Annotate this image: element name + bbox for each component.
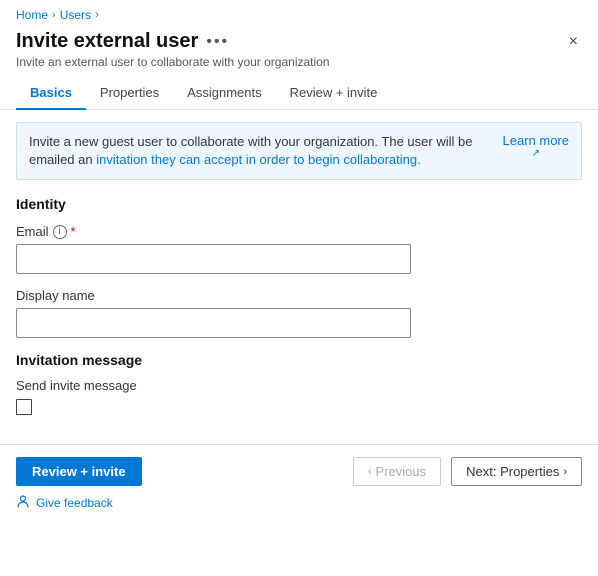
previous-chevron-icon: ‹ (368, 466, 372, 478)
email-required-marker: * (71, 224, 76, 239)
breadcrumb-home[interactable]: Home (16, 8, 48, 22)
info-banner: Invite a new guest user to collaborate w… (16, 122, 582, 180)
checkbox-container (16, 399, 582, 418)
tab-properties[interactable]: Properties (86, 77, 173, 110)
footer-divider (0, 444, 598, 445)
feedback-icon (16, 494, 30, 511)
tab-basics[interactable]: Basics (16, 77, 86, 110)
breadcrumb-sep-2: › (95, 9, 99, 21)
learn-more-link[interactable]: Learn more ↗ (503, 133, 569, 159)
header-row: Invite external user ••• × (0, 26, 598, 55)
email-info-icon[interactable]: i (53, 225, 67, 239)
more-options-icon[interactable]: ••• (206, 33, 229, 51)
send-invite-label: Send invite message (16, 378, 137, 393)
next-chevron-icon: › (563, 466, 567, 478)
info-banner-text: Invite a new guest user to collaborate w… (29, 133, 491, 169)
page-title: Invite external user (16, 30, 198, 53)
next-label: Next: Properties (466, 464, 559, 479)
info-text-content: Invite a new guest user to collaborate w… (29, 134, 472, 167)
feedback-row[interactable]: Give feedback (0, 494, 598, 519)
email-input[interactable] (16, 244, 411, 274)
send-invite-row: Send invite message (16, 378, 582, 393)
tab-bar: Basics Properties Assignments Review + i… (0, 77, 598, 110)
tab-assignments[interactable]: Assignments (173, 77, 275, 110)
previous-label: Previous (376, 464, 427, 479)
breadcrumb-sep-1: › (52, 9, 56, 21)
identity-section-title: Identity (16, 196, 582, 212)
feedback-label: Give feedback (36, 496, 113, 510)
external-link-icon: ↗ (532, 148, 540, 159)
display-name-input[interactable] (16, 308, 411, 338)
display-name-label: Display name (16, 288, 582, 303)
previous-button[interactable]: ‹ Previous (353, 457, 441, 486)
send-invite-checkbox[interactable] (16, 399, 32, 415)
invitation-message-title: Invitation message (16, 352, 582, 368)
breadcrumb-users[interactable]: Users (60, 8, 91, 22)
main-content: Invite a new guest user to collaborate w… (0, 110, 598, 430)
email-field-group: Email i * (16, 224, 582, 274)
breadcrumb: Home › Users › (0, 0, 598, 26)
email-label: Email i * (16, 224, 582, 239)
display-name-field-group: Display name (16, 288, 582, 338)
review-invite-button[interactable]: Review + invite (16, 457, 142, 486)
next-properties-button[interactable]: Next: Properties › (451, 457, 582, 486)
footer-actions: Review + invite ‹ Previous Next: Propert… (0, 457, 598, 494)
tab-review-invite[interactable]: Review + invite (276, 77, 392, 110)
close-button[interactable]: × (565, 32, 582, 52)
header-left: Invite external user ••• (16, 30, 229, 53)
page-subtitle: Invite an external user to collaborate w… (0, 55, 598, 77)
